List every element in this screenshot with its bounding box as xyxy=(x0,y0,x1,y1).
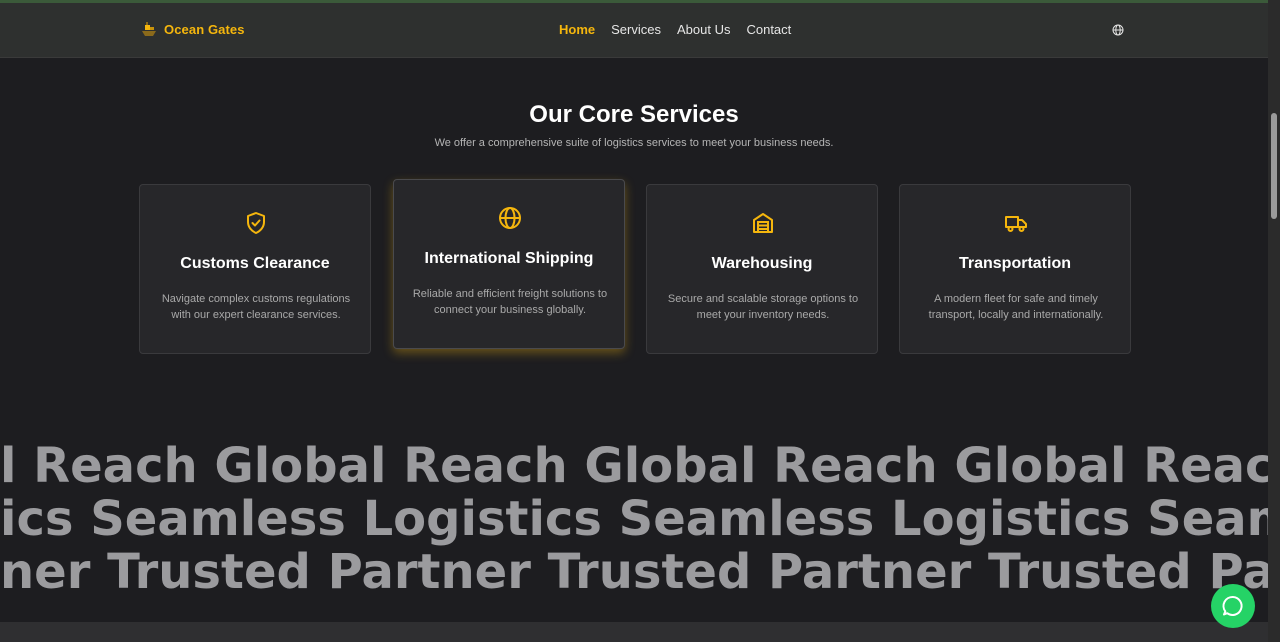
card-description: Secure and scalable storage options to m… xyxy=(667,293,859,321)
card-description: A modern fleet for safe and timely trans… xyxy=(928,293,1104,321)
scrollbar-thumb[interactable] xyxy=(1271,113,1277,219)
whatsapp-chat-button[interactable] xyxy=(1211,584,1255,628)
site-header: Ocean Gates Home Services About Us Conta… xyxy=(0,3,1268,58)
card-title: Transportation xyxy=(958,255,1071,272)
next-section-edge xyxy=(0,622,1268,642)
marquee-row-global-reach: l Reach Global Reach Global Reach Global… xyxy=(0,439,1268,493)
marquee-row-trusted-partner: ner Trusted Partner Trusted Partner Trus… xyxy=(0,545,1268,599)
service-card-transportation[interactable]: Transportation A modern fleet for safe a… xyxy=(899,184,1131,354)
logo-text: Ocean Gates xyxy=(164,21,245,37)
nav-services[interactable]: Services xyxy=(611,22,661,37)
truck-icon xyxy=(1005,216,1027,232)
logo[interactable]: Ocean Gates xyxy=(140,21,245,37)
ship-logo-icon xyxy=(142,22,156,36)
card-title: Customs Clearance xyxy=(180,255,330,272)
main-nav: Home Services About Us Contact xyxy=(559,22,791,37)
marquee-row-seamless-logistics: ics Seamless Logistics Seamless Logistic… xyxy=(0,492,1268,546)
card-title: International Shipping xyxy=(424,250,594,267)
globe-icon xyxy=(499,207,521,229)
services-subtitle: We offer a comprehensive suite of logist… xyxy=(434,137,834,149)
services-title: Our Core Services xyxy=(529,101,739,128)
whatsapp-icon xyxy=(1222,596,1243,616)
service-card-customs-clearance[interactable]: Customs Clearance Navigate complex custo… xyxy=(139,184,371,354)
card-title: Warehousing xyxy=(711,255,813,272)
nav-contact[interactable]: Contact xyxy=(746,22,791,37)
globe-icon[interactable] xyxy=(1112,24,1124,36)
card-description: Reliable and efficient freight solutions… xyxy=(412,288,608,316)
nav-home[interactable]: Home xyxy=(559,22,595,37)
nav-about-us[interactable]: About Us xyxy=(677,22,730,37)
warehouse-icon xyxy=(753,213,773,233)
page-scrollbar[interactable] xyxy=(1268,0,1280,642)
service-card-international-shipping[interactable]: International Shipping Reliable and effi… xyxy=(393,179,625,349)
card-description: Navigate complex customs regulations wit… xyxy=(161,293,351,321)
service-card-warehousing[interactable]: Warehousing Secure and scalable storage … xyxy=(646,184,878,354)
shield-check-icon xyxy=(247,212,265,234)
